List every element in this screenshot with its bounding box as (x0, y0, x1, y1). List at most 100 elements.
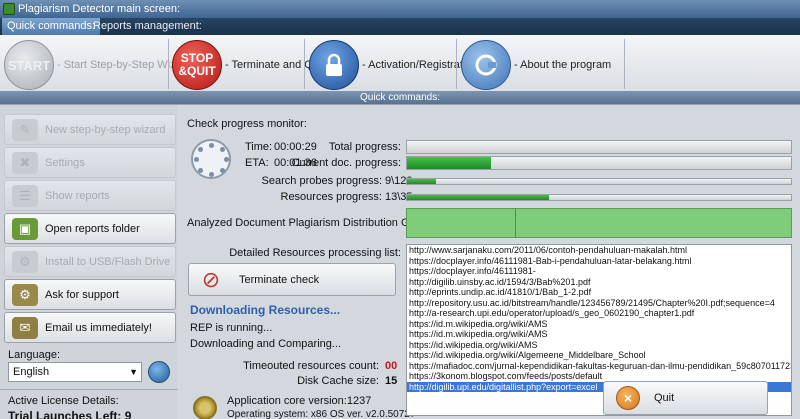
resources-progress-label: Resources progress: (280, 191, 383, 203)
start-wizard-button[interactable]: START - Start Step-by-Step Wizard (4, 39, 192, 91)
list-item[interactable]: https://id.wikipedia.org/wiki/Algemeene_… (407, 350, 791, 361)
settings-icon: ✖ (12, 151, 38, 174)
list-item[interactable]: https://3konom.blogspot.com/feeds/posts/… (407, 371, 791, 382)
quit-label: Quit (654, 392, 675, 404)
window-title: Plagiarism Detector main screen: (18, 3, 181, 15)
globe-icon[interactable] (148, 361, 170, 383)
search-probes-label: Search probes progress: (261, 175, 382, 187)
graph-marker (514, 209, 516, 237)
new-wizard-button[interactable]: ✎ New step-by-step wizard (4, 114, 176, 145)
gear-icon (193, 396, 217, 419)
stop-quit-icon: STOP &QUIT (172, 40, 222, 90)
start-icon: START (4, 40, 54, 90)
resources-progress-bar (406, 194, 792, 201)
ribbon-footer: Quick commands: (0, 91, 800, 104)
install-usb-label: Install to USB/Flash Drive (45, 255, 171, 268)
sidebar: ✎ New step-by-step wizard ✖ Settings ☰ S… (0, 105, 178, 419)
email-us-button[interactable]: ✉ Email us immediately! (4, 312, 176, 343)
language-value: English (13, 366, 50, 378)
disk-cache-value: 15 (385, 375, 398, 387)
resources-progress-fill (407, 195, 550, 200)
email-us-label: Email us immediately! (45, 321, 152, 334)
distribution-graph-label: Analyzed Document Plagiarism Distributio… (187, 217, 435, 229)
list-item[interactable]: https://id.m.wikipedia.org/wiki/AMS (407, 319, 791, 330)
tab-quick-commands[interactable]: Quick commands: (2, 18, 101, 35)
quit-button[interactable]: × Quit (603, 381, 768, 415)
lock-icon (309, 40, 359, 90)
tab-strip: Quick commands: Reports management: (0, 18, 800, 35)
new-wizard-label: New step-by-step wizard (45, 123, 166, 136)
progress-monitor-panel: Check progress monitor: Time: 00:00:29 E… (179, 105, 800, 419)
timeouted-count-value: 00 (385, 360, 398, 372)
settings-label: Settings (45, 156, 85, 169)
disk-cache-label: Disk Cache size: (297, 375, 379, 387)
support-icon: ⚙ (12, 283, 38, 306)
time-label: Time: (245, 141, 273, 153)
current-doc-progress-bar (406, 156, 792, 170)
ribbon-divider (456, 39, 457, 89)
about-program-button[interactable]: - About the program (461, 39, 611, 91)
open-reports-folder-button[interactable]: ▣ Open reports folder (4, 213, 176, 244)
current-doc-progress-fill (407, 157, 492, 169)
list-item[interactable]: https://id.m.wikipedia.org/wiki/AMS (407, 329, 791, 340)
window-title-bar: Plagiarism Detector main screen: (0, 0, 800, 18)
ribbon: START - Start Step-by-Step Wizard STOP &… (0, 35, 800, 105)
terminate-check-button[interactable]: ⊘ Terminate check (188, 263, 396, 296)
language-label: Language: (8, 349, 60, 361)
tab-reports-management[interactable]: Reports management: (88, 18, 207, 35)
trial-launches-left: Trial Launches Left: 9 (8, 409, 132, 419)
list-item[interactable]: http://www.sarjanaku.com/2011/06/contoh-… (407, 245, 791, 256)
clock-icon (191, 139, 231, 179)
current-doc-progress-label: Current doc. progress: (291, 157, 401, 169)
terminate-quit-button[interactable]: STOP &QUIT - Terminate and Quit (172, 39, 324, 91)
list-item[interactable]: http://repository.usu.ac.id/bitstream/ha… (407, 298, 791, 309)
language-select[interactable]: English ▼ (8, 362, 142, 382)
search-probes-bar (406, 178, 792, 185)
show-reports-label: Show reports (45, 189, 110, 202)
chevron-down-icon: ▼ (129, 367, 138, 377)
show-reports-button[interactable]: ☰ Show reports (4, 180, 176, 211)
operating-system: Operating system: x86 OS ver. v2.0.50727 (227, 409, 416, 419)
ribbon-divider (624, 39, 625, 89)
list-item[interactable]: https://mafiadoc.com/jurnal-kependidikan… (407, 361, 791, 372)
install-usb-button[interactable]: ⚙ Install to USB/Flash Drive (4, 246, 176, 277)
list-item[interactable]: https://docplayer.info/46111981- (407, 266, 791, 277)
list-item[interactable]: http://digilib.uinsby.ac.id/1594/3/Bab%2… (407, 277, 791, 288)
usb-icon: ⚙ (12, 250, 38, 273)
search-probes-fill (407, 179, 436, 184)
app-icon (3, 3, 15, 15)
resources-list-label: Detailed Resources processing list: (229, 247, 401, 259)
email-icon: ✉ (12, 316, 38, 339)
ask-support-button[interactable]: ⚙ Ask for support (4, 279, 176, 310)
download-compare-status: Downloading and Comparing... (190, 338, 342, 350)
terminate-icon: ⊘ (201, 266, 221, 292)
list-item[interactable]: https://docplayer.info/46111981-Bab-i-pe… (407, 256, 791, 267)
ribbon-divider (304, 39, 305, 89)
terminate-check-label: Terminate check (239, 273, 320, 286)
rep-status: REP is running... (190, 322, 273, 334)
reports-icon: ☰ (12, 184, 38, 207)
quit-icon: × (616, 386, 640, 410)
ask-support-label: Ask for support (45, 288, 119, 301)
list-item[interactable]: http://a-research.upi.edu/operator/uploa… (407, 308, 791, 319)
list-item[interactable]: https://id.wikipedia.org/wiki/AMS (407, 340, 791, 351)
total-progress-label: Total progress: (328, 141, 401, 153)
downloading-status: Downloading Resources... (190, 303, 341, 317)
settings-button[interactable]: ✖ Settings (4, 147, 176, 178)
eta-label: ETA: (245, 157, 269, 169)
app-core-version: Application core version:1237 (227, 395, 372, 407)
divider (0, 389, 178, 390)
plagiarism-distribution-graph (406, 208, 792, 238)
about-icon (461, 40, 511, 90)
folder-icon: ▣ (12, 217, 38, 240)
total-progress-bar (406, 140, 792, 154)
monitor-title: Check progress monitor: (187, 118, 307, 130)
ribbon-divider (168, 39, 169, 89)
license-details-label: Active License Details: (8, 395, 119, 407)
about-program-label: - About the program (514, 59, 612, 71)
open-reports-folder-label: Open reports folder (45, 222, 140, 235)
timeouted-count-label: Timeouted resources count: (243, 360, 379, 372)
wizard-icon: ✎ (12, 118, 38, 141)
activation-registration-button[interactable]: - Activation/Registration (309, 39, 478, 91)
list-item[interactable]: http://eprints.undip.ac.id/41810/1/Bab_1… (407, 287, 791, 298)
